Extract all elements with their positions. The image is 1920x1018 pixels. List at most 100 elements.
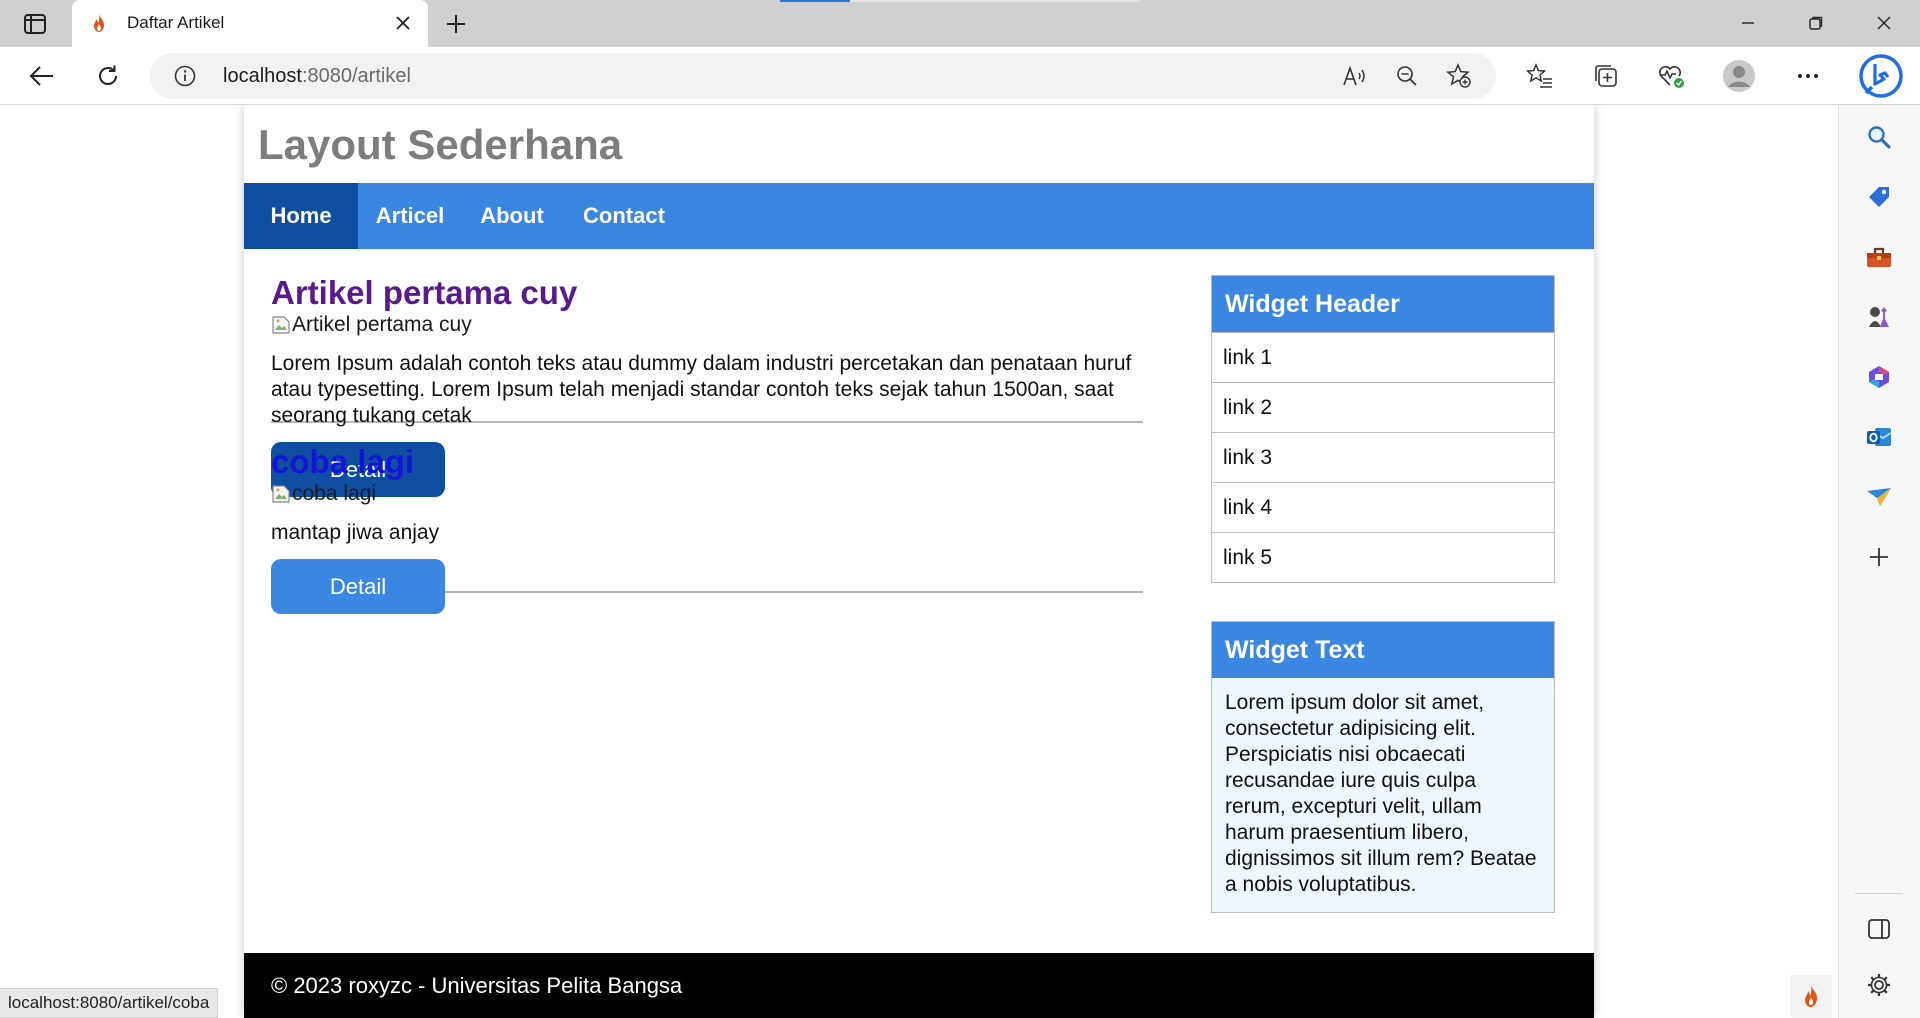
widget-link-3[interactable]: link 3 (1212, 432, 1554, 482)
tab-actions-icon (24, 14, 46, 34)
plus-icon (447, 15, 465, 33)
back-button[interactable] (22, 56, 62, 96)
page-container: Layout Sederhana Home Articel About Cont… (244, 105, 1594, 1018)
flame-favicon-icon (94, 14, 104, 32)
article-text: mantap jiwa anjay (271, 521, 440, 544)
toolbox-icon (1867, 247, 1891, 267)
sidebar-send-button[interactable] (1861, 479, 1897, 515)
refresh-button[interactable] (88, 56, 128, 96)
shopping-tag-icon (1869, 187, 1889, 207)
sidebar-tools-button[interactable] (1861, 239, 1897, 275)
article-image: Artikel pertama cuy (271, 312, 1143, 338)
widget-links: Widget Header link 1 link 2 link 3 link … (1211, 275, 1555, 583)
sidebar-divider (1855, 893, 1903, 894)
nav-about[interactable]: About (462, 183, 562, 249)
main-nav: Home Articel About Contact (244, 183, 1594, 249)
chess-piece-icon (1869, 307, 1889, 327)
browser-essentials-button[interactable] (1652, 56, 1692, 96)
browser-toolbar: localhost:8080/artikel (0, 47, 1920, 105)
sidebar-microsoft365-button[interactable] (1861, 359, 1897, 395)
tab-daftar-artikel[interactable]: Daftar Artikel (72, 0, 428, 48)
gear-icon (1868, 974, 1890, 996)
widget-link-5[interactable]: link 5 (1212, 532, 1554, 582)
minimize-icon (1742, 22, 1754, 24)
sidebar-panel-icon (1868, 919, 1890, 939)
broken-image-icon (272, 316, 290, 334)
widget-header-title: Widget Header (1212, 276, 1554, 332)
nav-contact[interactable]: Contact (562, 183, 686, 249)
bing-copilot-icon (1859, 54, 1903, 98)
close-icon (1877, 16, 1891, 30)
sidebar-search-button[interactable] (1861, 119, 1897, 155)
article-image: coba lagi (271, 481, 1143, 507)
nav-articel[interactable]: Articel (358, 183, 462, 249)
favorites-list-icon (1526, 63, 1552, 88)
read-aloud-icon (1343, 65, 1365, 86)
download-flame-badge[interactable] (1790, 975, 1832, 1017)
back-arrow-icon (29, 66, 53, 86)
star-add-icon (1446, 63, 1471, 88)
avatar-icon (1723, 60, 1755, 92)
site-title: Layout Sederhana (258, 121, 623, 168)
article-title-link[interactable]: Artikel pertama cuy (271, 274, 1143, 312)
close-window-button[interactable] (1862, 6, 1906, 40)
sidebar-settings-button[interactable] (1861, 967, 1897, 1003)
microsoft365-icon (1869, 366, 1889, 388)
url-path: :8080/artikel (301, 65, 411, 87)
restore-button[interactable] (1794, 6, 1838, 40)
article-title-link[interactable]: coba lagi (271, 443, 1143, 481)
tab-close-button[interactable] (390, 10, 416, 36)
widget-link-1[interactable]: link 1 (1212, 332, 1554, 382)
refresh-icon (99, 65, 117, 85)
copilot-button[interactable] (1858, 53, 1904, 99)
broken-image-icon (272, 485, 290, 503)
loading-stripe-progress (780, 0, 850, 2)
paper-plane-icon (1867, 488, 1891, 506)
widget-link-2[interactable]: link 2 (1212, 382, 1554, 432)
close-icon (396, 16, 410, 30)
browser-sidebar (1838, 105, 1920, 1018)
restore-icon (1809, 16, 1823, 30)
minimize-button[interactable] (1726, 6, 1770, 40)
footer-text: © 2023 roxyzc - Universitas Pelita Bangs… (271, 972, 683, 998)
site-header: Layout Sederhana (244, 105, 1594, 183)
sidebar-outlook-button[interactable] (1861, 419, 1897, 455)
sidebar-add-button[interactable] (1861, 539, 1897, 575)
new-tab-button[interactable] (440, 8, 472, 40)
article-item: coba lagi coba lagi mantap jiwa anjay De… (271, 437, 1143, 614)
flame-icon (1805, 985, 1817, 1007)
settings-more-button[interactable] (1788, 56, 1828, 96)
nav-home[interactable]: Home (244, 183, 358, 249)
heart-pulse-icon (1659, 66, 1684, 88)
tab-title: Daftar Artikel (127, 13, 225, 32)
sidebar-shopping-button[interactable] (1861, 179, 1897, 215)
favorites-button[interactable] (1520, 56, 1560, 96)
sidebar-hide-button[interactable] (1861, 911, 1897, 947)
add-favorite-button[interactable] (1446, 63, 1472, 89)
more-dots-icon (1798, 74, 1818, 78)
search-icon (1868, 126, 1891, 149)
browser-tab-bar: Daftar Artikel (0, 0, 1920, 48)
widget-text-title: Widget Text (1212, 622, 1554, 678)
widget-text-body: Lorem ipsum dolor sit amet, consectetur … (1212, 678, 1554, 912)
widget-text: Widget Text Lorem ipsum dolor sit amet, … (1211, 621, 1555, 913)
article-image-alt: coba lagi (292, 482, 377, 505)
detail-button[interactable]: Detail (271, 559, 445, 614)
article-image-alt: Artikel pertama cuy (292, 313, 472, 336)
zoom-out-icon (1397, 66, 1417, 86)
link-status-bar: localhost:8080/artikel/coba (0, 988, 219, 1018)
site-info-icon[interactable] (174, 65, 196, 87)
address-bar[interactable]: localhost:8080/artikel (150, 53, 1496, 99)
zoom-out-button[interactable] (1394, 63, 1420, 89)
sidebar-games-button[interactable] (1861, 299, 1897, 335)
profile-button[interactable] (1719, 56, 1759, 96)
url-text: localhost:8080/artikel (223, 65, 411, 88)
site-footer: © 2023 roxyzc - Universitas Pelita Bangs… (244, 953, 1594, 1018)
article-text: Lorem Ipsum adalah contoh teks atau dumm… (271, 352, 1132, 427)
outlook-icon (1867, 428, 1892, 446)
collections-button[interactable] (1586, 56, 1626, 96)
article-item: Artikel pertama cuy Artikel pertama cuy … (271, 274, 1143, 497)
tab-actions-button[interactable] (18, 10, 52, 38)
widget-link-4[interactable]: link 4 (1212, 482, 1554, 532)
read-aloud-button[interactable] (1342, 63, 1368, 89)
